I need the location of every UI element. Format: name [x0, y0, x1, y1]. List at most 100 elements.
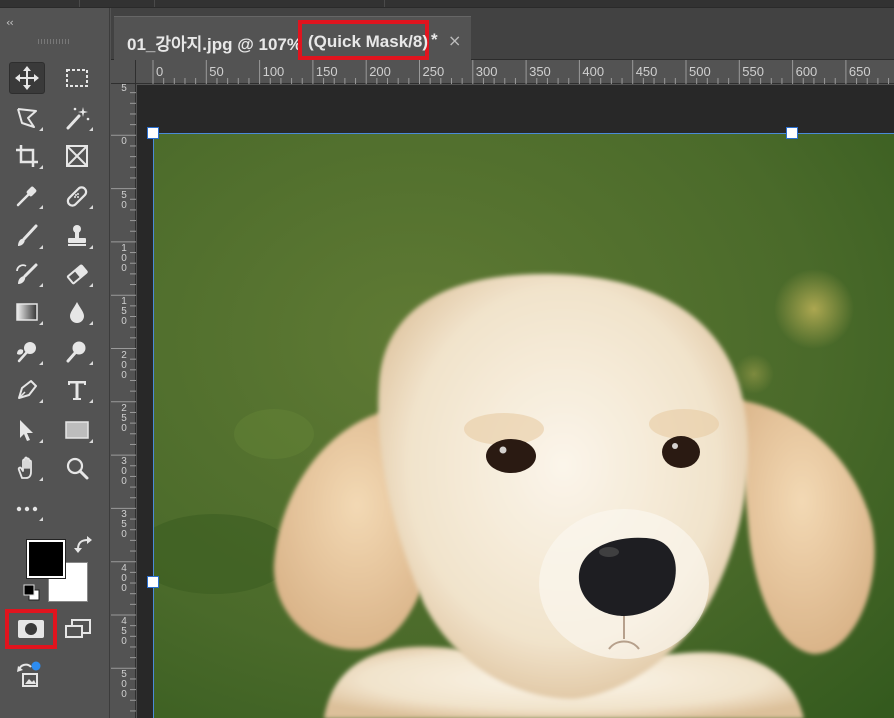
brush-icon [18, 224, 38, 246]
rectangle-tool[interactable] [59, 414, 95, 446]
tool-group-indicator [39, 321, 43, 325]
magic-wand-tool[interactable] [59, 102, 95, 134]
move-tool[interactable] [9, 62, 45, 94]
stamp-icon [68, 225, 86, 246]
ruler-label: 4 0 0 [121, 562, 127, 594]
crop-icon [16, 145, 38, 167]
zoom-icon [66, 457, 89, 480]
tool-group-indicator [39, 127, 43, 131]
transform-handle-middle-left[interactable] [147, 576, 159, 588]
dodge-icon [66, 341, 86, 363]
type-tool[interactable] [59, 374, 95, 406]
rectangle-icon [65, 421, 89, 439]
ruler-label: 500 [689, 64, 711, 79]
drop-icon [70, 302, 84, 323]
horizontal-ruler-ticks [152, 60, 890, 84]
ruler-label: 350 [529, 64, 551, 79]
tool-group-indicator [39, 477, 43, 481]
collapse-panel-button[interactable]: ‹‹ [6, 16, 14, 29]
ruler-label: 400 [582, 64, 605, 79]
tool-group-indicator [39, 399, 43, 403]
frame-tool[interactable] [59, 140, 95, 172]
path-selection-tool[interactable] [9, 414, 45, 446]
vertical-ruler[interactable]: 5 0 5 0 1 0 0 1 5 0 2 0 0 2 5 0 3 0 0 3 5 0 4 0 0… [111, 84, 136, 718]
ruler-label: 150 [315, 64, 338, 79]
dodge-tool[interactable] [9, 336, 45, 368]
dodge-icon [17, 342, 36, 363]
tool-group-indicator [89, 245, 93, 249]
default-colors-icon[interactable] [23, 584, 41, 602]
hand-tool[interactable] [9, 452, 45, 484]
tool-group-indicator [89, 205, 93, 209]
lasso-icon [17, 108, 37, 128]
close-tab-button[interactable]: × [448, 31, 461, 50]
ruler-label: 100 [262, 64, 285, 79]
ruler-label: 5 [121, 83, 127, 94]
blur-tool[interactable] [59, 296, 95, 328]
type-icon [68, 381, 86, 400]
quick-mask-button[interactable] [5, 609, 57, 649]
polygonal-lasso-tool[interactable] [9, 102, 45, 134]
tool-group-indicator [39, 245, 43, 249]
document-tab[interactable]: 01_강아지.jpg @ 107% (Quick Mask/8) * × [114, 16, 471, 60]
ruler-label: 3 5 0 [121, 509, 127, 541]
transform-handle-top-left[interactable] [147, 127, 159, 139]
tool-group-indicator [89, 361, 93, 365]
ruler-label: 0 [121, 136, 127, 148]
frame-icon [66, 145, 88, 167]
eyedropper-tool[interactable] [9, 180, 45, 212]
tool-group-indicator [39, 361, 43, 365]
marquee-icon [66, 69, 88, 87]
ellipsis-icon [16, 506, 38, 512]
horizontal-ruler[interactable]: 0 50 100 150 200 250 300 350 400 450 500 550 600 650 [136, 60, 894, 84]
strip-segment [0, 0, 80, 7]
clone-stamp-tool[interactable] [59, 220, 95, 252]
tool-group-indicator [89, 283, 93, 287]
history-brush-tool[interactable] [9, 258, 45, 290]
bandage-icon [66, 186, 88, 207]
screen-mode-button[interactable] [62, 614, 94, 644]
arrow-icon [20, 420, 33, 441]
transform-handle-top-middle[interactable] [786, 127, 798, 139]
eraser-tool[interactable] [59, 258, 95, 290]
more-tools[interactable] [9, 492, 45, 524]
tool-group-indicator [39, 439, 43, 443]
top-menu-strip [0, 0, 894, 8]
ruler-origin[interactable] [111, 60, 136, 84]
edit-toolbar-icon [17, 661, 41, 687]
spot-healing-tool[interactable] [59, 180, 95, 212]
ruler-label: 5 0 0 [121, 669, 127, 701]
tool-group-indicator [39, 165, 43, 169]
panel-grip[interactable] [38, 39, 70, 44]
ruler-label: 650 [848, 64, 871, 79]
foreground-color-swatch[interactable] [26, 539, 66, 579]
edit-toolbar-button[interactable] [12, 660, 46, 690]
crop-tool[interactable] [9, 140, 45, 172]
dodge-tool-alt[interactable] [59, 336, 95, 368]
pen-tool[interactable] [9, 374, 45, 406]
swap-colors-icon[interactable] [74, 535, 94, 555]
gradient-tool[interactable] [9, 296, 45, 328]
ruler-label: 550 [742, 64, 764, 79]
pen-icon [18, 380, 37, 399]
ruler-label: 600 [795, 64, 818, 79]
strip-segment [155, 0, 385, 7]
zoom-tool[interactable] [59, 452, 95, 484]
tab-title: 01_강아지.jpg @ 107% [127, 35, 303, 54]
rectangular-marquee-tool[interactable] [59, 62, 95, 94]
tab-mode-highlight: (Quick Mask/8) [298, 20, 429, 60]
history-brush-icon [16, 263, 38, 284]
document-tab-bar: 01_강아지.jpg @ 107% (Quick Mask/8) * × [111, 8, 894, 60]
ruler-label: 4 5 0 [121, 616, 127, 647]
tab-modified-marker: * [431, 30, 438, 49]
puppy-photo [154, 134, 894, 718]
brush-tool[interactable] [9, 220, 45, 252]
ruler-label: 5 0 [121, 189, 127, 211]
document-canvas[interactable] [153, 133, 894, 718]
ruler-label: 2 0 0 [121, 349, 127, 381]
tool-group-indicator [89, 321, 93, 325]
eraser-icon [66, 264, 88, 285]
strip-segment [80, 0, 155, 7]
ruler-label: 2 5 0 [121, 402, 127, 434]
move-icon [15, 66, 39, 90]
